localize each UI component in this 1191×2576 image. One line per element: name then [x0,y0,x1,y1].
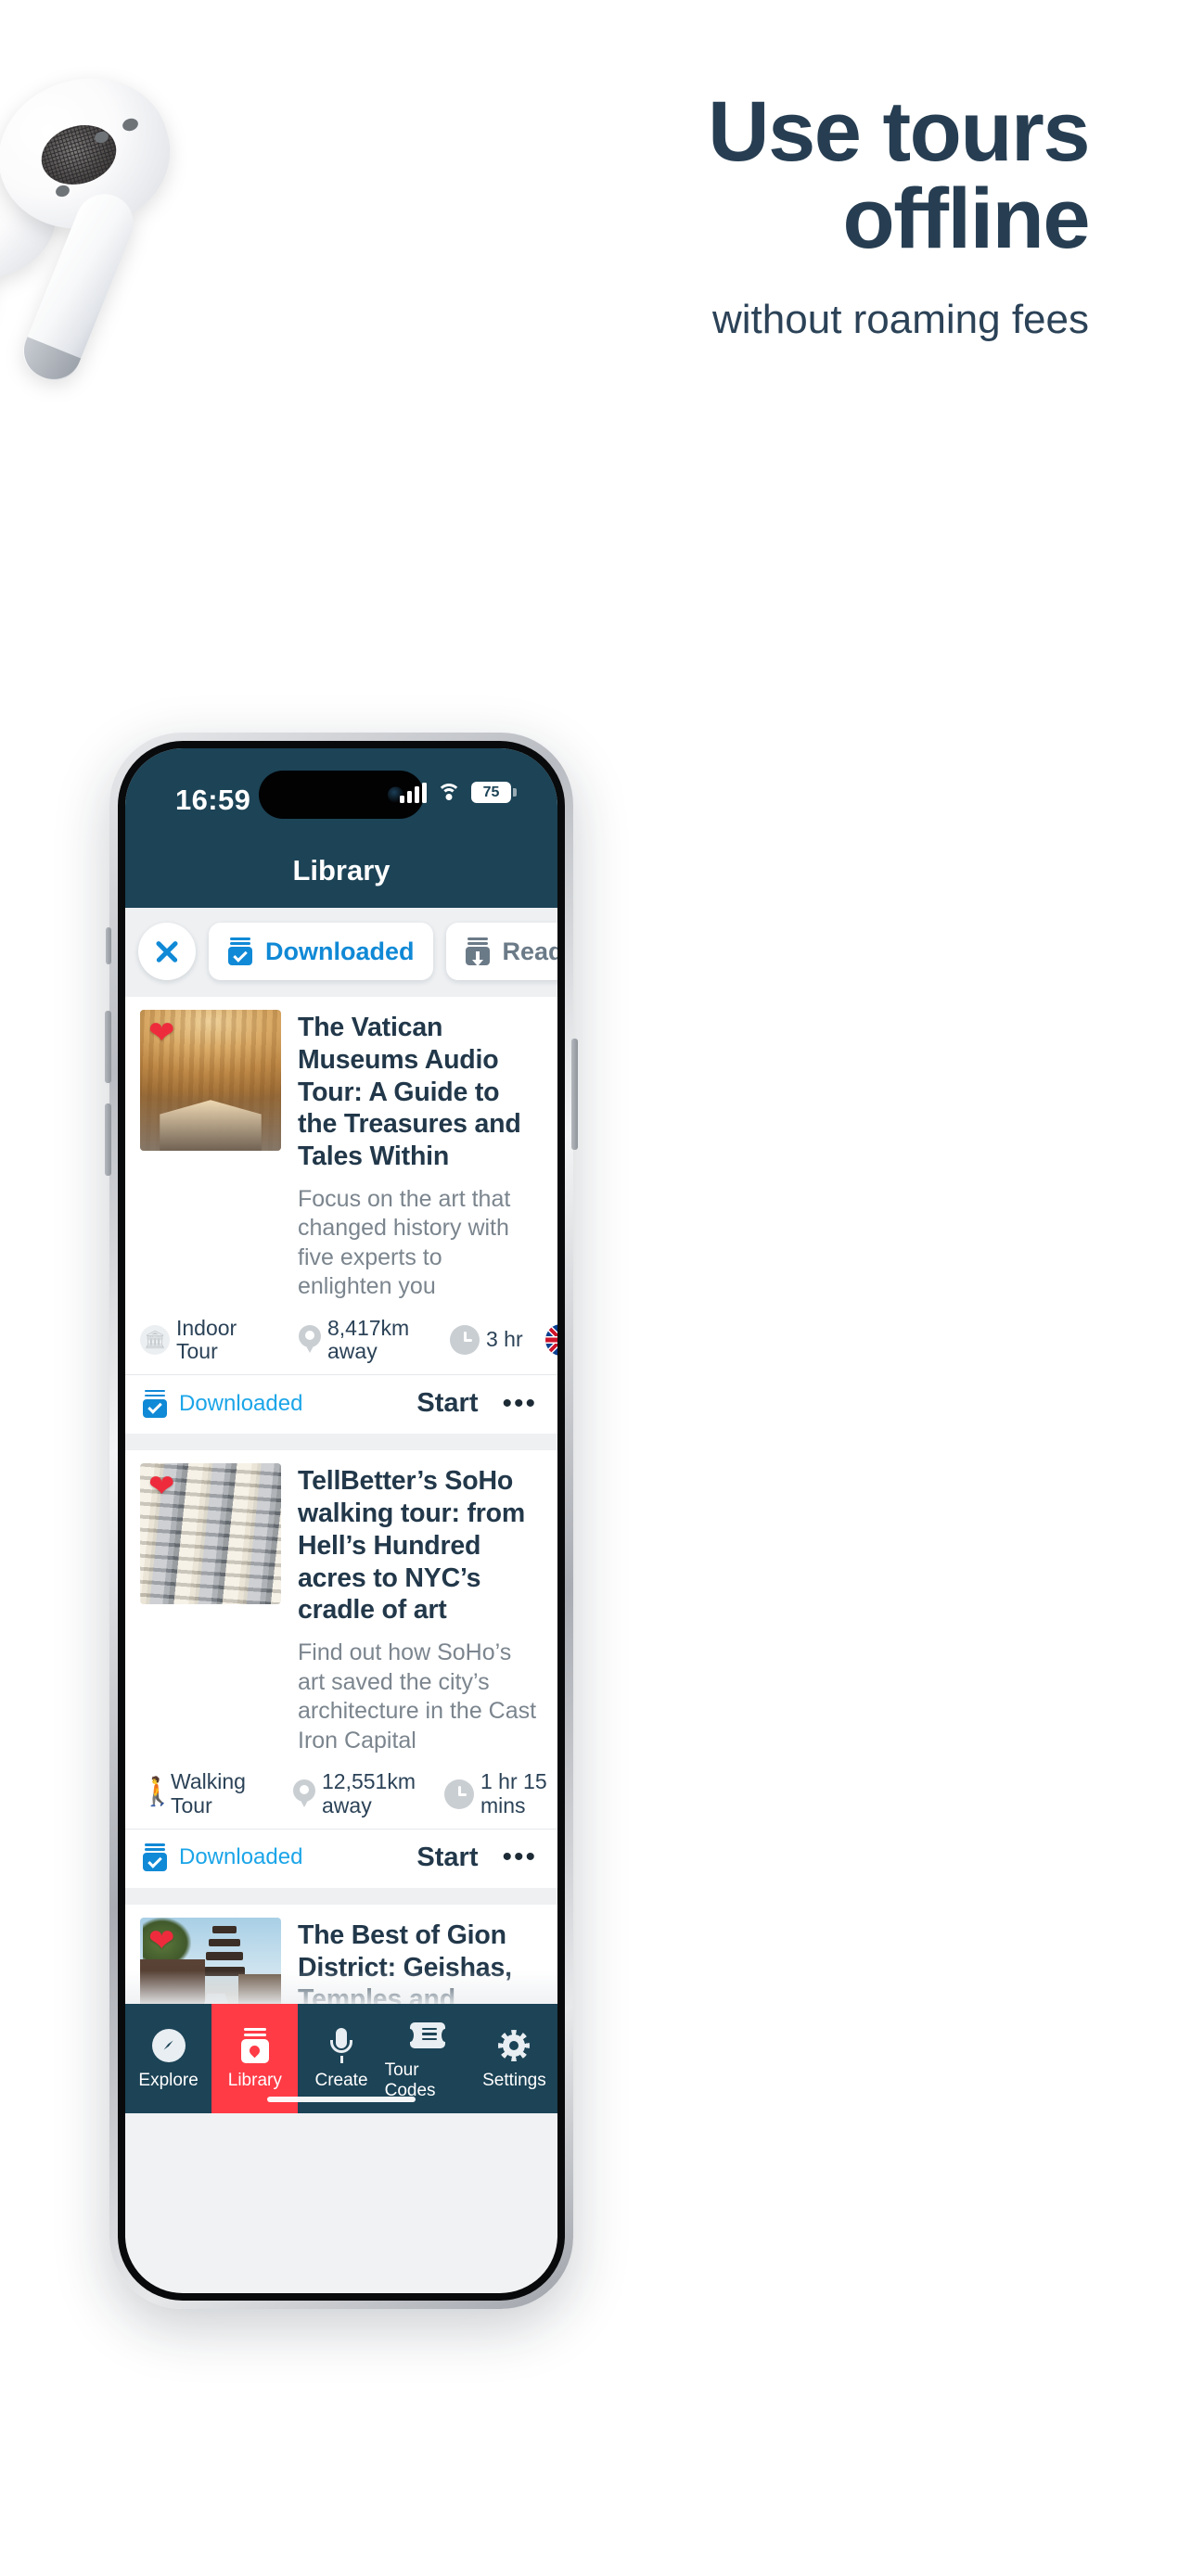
meta-distance-label: 12,551km away [322,1769,416,1817]
meta-tour-type: 🏛 Indoor Tour [140,1315,278,1364]
meta-distance: 12,551km away [293,1770,424,1817]
status-time: 16:59 [175,784,251,816]
page-title: Library [125,850,557,908]
favorite-heart-icon[interactable]: ❤ [148,1925,175,1957]
volume-up-button[interactable] [105,1011,111,1083]
chip-ready-label: Ready to Download [502,937,558,965]
meta-duration: 3 hr [450,1325,523,1356]
meta-duration: 1 hr 15 mins [444,1770,557,1817]
download-status: Downloaded [142,1389,303,1418]
tour-title: TellBetter’s SoHo walking tour: from Hel… [298,1466,525,1626]
start-button[interactable]: Start [416,1843,478,1873]
volume-down-button[interactable] [105,1103,111,1176]
tab-explore-label: Explore [138,2070,198,2090]
filter-chips-row[interactable]: Downloaded Ready to Download ❤ W [125,908,557,997]
tour-card[interactable]: ❤ TellBetter’s SoHo walking tour: from H… [125,1450,557,1888]
downloaded-check-icon [142,1389,168,1418]
tour-actions: Start ••• [416,1388,537,1419]
meta-tour-type: 🚶 Walking Tour [140,1770,273,1817]
tour-text: The Vatican Museums Audio Tour: A Guide … [298,1010,543,1302]
museum-icon: 🏛 [140,1325,170,1356]
tour-card-body: ❤ The Vatican Museums Audio Tour: A Guid… [125,997,557,1311]
silent-switch[interactable] [106,927,111,964]
library-content: Downloaded Ready to Download ❤ W [125,908,557,2113]
chip-downloaded[interactable]: Downloaded [209,923,433,980]
chip-ready-to-download[interactable]: Ready to Download [445,923,558,980]
meta-duration-label: 1 hr 15 mins [480,1769,547,1817]
tour-action-row: Downloaded Start ••• [125,1374,557,1434]
ticket-icon [410,2017,446,2054]
meta-type-label: Indoor Tour [176,1315,237,1364]
start-button[interactable]: Start [416,1388,478,1419]
home-indicator[interactable] [267,2097,416,2102]
tab-explore[interactable]: Explore [125,2004,211,2113]
tab-library-label: Library [227,2070,282,2090]
tour-description: Focus on the art that changed history wi… [298,1185,511,1300]
tour-thumbnail[interactable]: ❤ [140,1463,281,1605]
tour-title: The Vatican Museums Audio Tour: A Guide … [298,1013,521,1172]
phone-screen: 16:59 75 Library Downloaded Read ❤ The V… [125,748,557,2293]
status-indicators: 75 [400,782,517,803]
meta-distance: 8,417km away [299,1315,429,1364]
library-icon [239,2027,271,2064]
download-status-label: Downloaded [179,1844,303,1870]
hero-headline-line1: Use tours [708,84,1090,179]
phone-mockup: 16:59 75 Library Downloaded Read ❤ The V… [105,733,578,2309]
meta-type-label: Walking Tour [171,1769,246,1817]
tour-card[interactable]: ❤ The Vatican Museums Audio Tour: A Guid… [125,997,557,1435]
power-button[interactable] [571,1039,578,1150]
compass-icon [151,2027,186,2064]
more-options-icon[interactable]: ••• [502,1843,537,1871]
airpod-front [0,57,188,388]
downloaded-check-icon [227,937,253,965]
tab-settings-label: Settings [482,2070,546,2090]
wifi-icon [437,783,461,802]
close-icon [153,937,181,965]
more-options-icon[interactable]: ••• [502,1389,537,1417]
tour-card-body: ❤ TellBetter’s SoHo walking tour: from H… [125,1450,557,1765]
tour-actions: Start ••• [416,1843,537,1873]
battery-icon: 75 [471,782,517,803]
meta-duration-label: 3 hr [486,1327,523,1352]
tour-text: TellBetter’s SoHo walking tour: from Hel… [298,1463,543,1755]
tour-thumbnail[interactable]: ❤ [140,1010,281,1151]
tab-tour-codes-label: Tour Codes [384,2060,436,2100]
tour-meta-row: 🏛 Indoor Tour 8,417km away 3 hr English [125,1311,557,1375]
status-bar: 16:59 75 [125,748,557,850]
hero-subhead: without roaming fees [712,297,1089,342]
battery-level: 75 [471,782,511,803]
map-pin-icon [293,1779,315,1809]
map-pin-icon [299,1325,321,1355]
walking-icon: 🚶 [140,1776,175,1807]
downloaded-check-icon [142,1843,168,1872]
chip-downloaded-label: Downloaded [265,937,415,965]
cellular-bars-icon [400,782,427,803]
hero-headline-line2: offline [842,171,1091,266]
microphone-icon [329,2027,353,2064]
download-status: Downloaded [142,1843,303,1872]
meta-language: English [544,1324,557,1357]
tour-description: Find out how SoHo’s art saved the city’s… [298,1639,537,1753]
meta-distance-label: 8,417km away [327,1315,410,1364]
clock-icon [444,1779,474,1809]
tab-create-label: Create [314,2070,368,2090]
uk-flag-icon [544,1324,557,1357]
download-status-label: Downloaded [179,1390,303,1416]
favorite-heart-icon[interactable]: ❤ [148,1017,175,1049]
download-arrow-icon [465,937,491,966]
favorite-heart-icon[interactable]: ❤ [148,1471,175,1502]
hero-section: Use tours offline without roaming fees [0,0,1191,705]
tab-settings[interactable]: Settings [471,2004,557,2113]
airpods-illustration [0,56,315,388]
close-filters-button[interactable] [138,923,196,980]
hero-headline: Use tours offline [384,88,1091,266]
tour-meta-row: 🚶 Walking Tour 12,551km away 1 hr 15 min… [125,1765,557,1829]
clock-icon [450,1325,480,1356]
tour-action-row: Downloaded Start ••• [125,1828,557,1888]
gear-icon [498,2027,531,2064]
